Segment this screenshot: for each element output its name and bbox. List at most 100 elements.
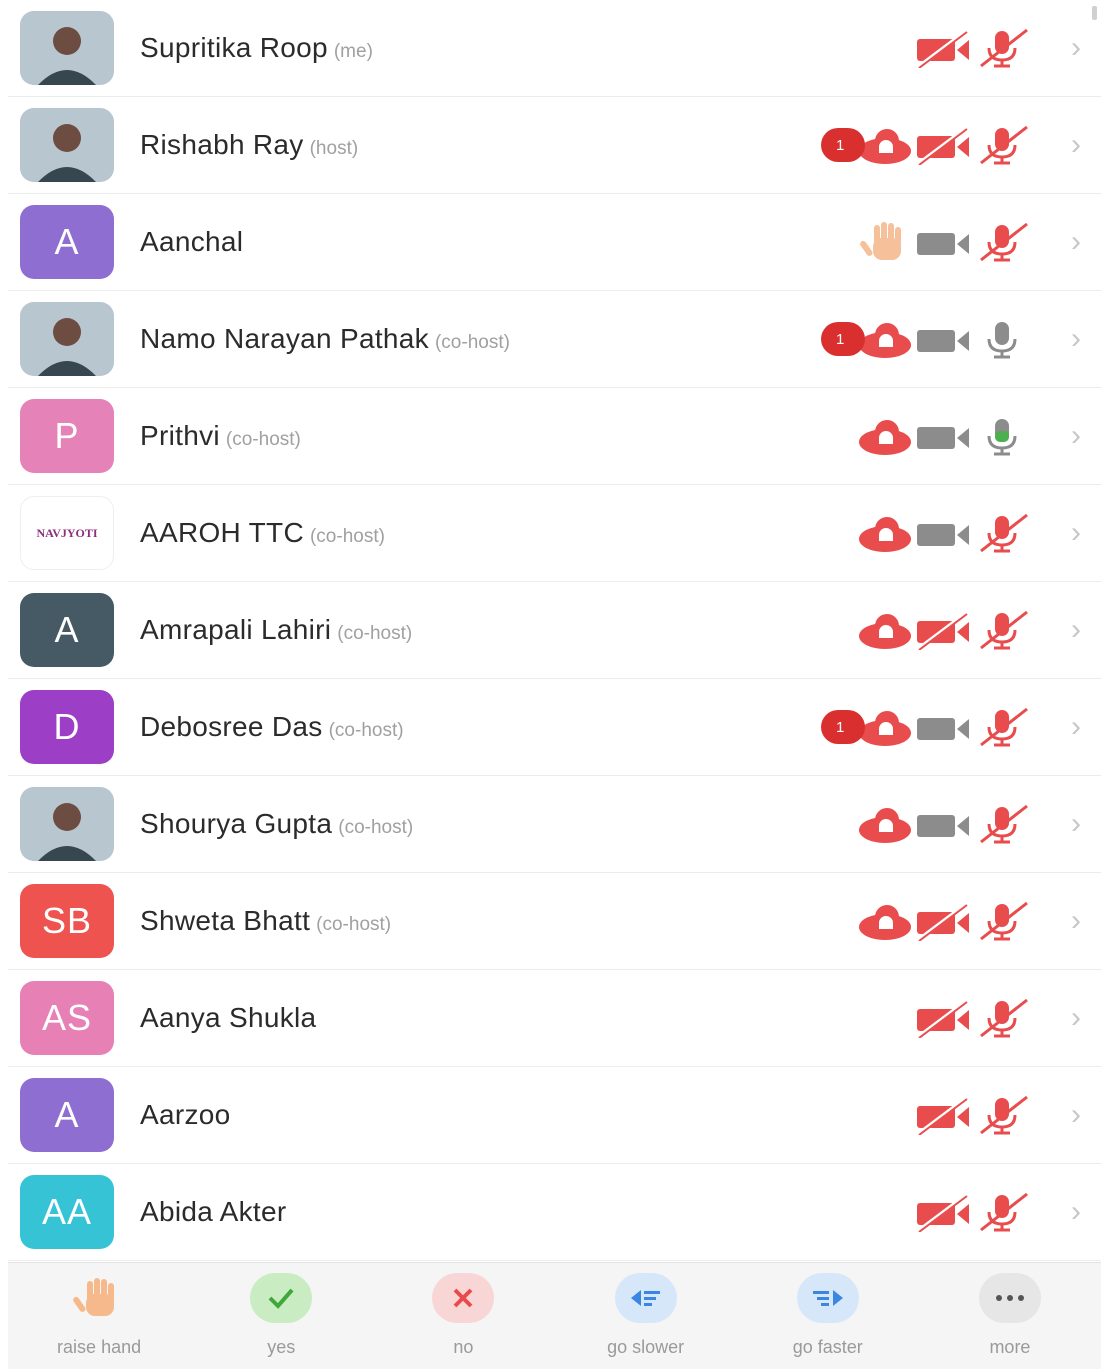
participant-row[interactable]: Supritika Roop (me) › (8, 0, 1101, 97)
avatar: D (20, 690, 114, 764)
participant-role: (co-host) (328, 720, 404, 741)
participant-name: Amrapali Lahiri (140, 614, 332, 645)
chevron-right-icon[interactable]: › (1071, 97, 1081, 193)
participant-status-icons (915, 1067, 1031, 1163)
avatar-initials: AA (41, 1191, 93, 1232)
camera-off-icon (915, 610, 973, 650)
participant-row[interactable]: SB Shweta Bhatt (co-host) › (8, 873, 1101, 970)
chevron-right-icon[interactable]: › (1071, 194, 1081, 290)
avatar-photo (20, 108, 114, 182)
mic-muted-icon (973, 1192, 1031, 1232)
avatar-logo-text: NAVJYOTI (36, 525, 98, 540)
chevron-right-icon[interactable]: › (1071, 0, 1081, 96)
hand-icon (68, 1273, 130, 1323)
participant-name: Aarzoo (140, 1099, 231, 1130)
fast-forward-icon (796, 1273, 859, 1323)
chevron-right-icon[interactable]: › (1071, 485, 1081, 581)
avatar: SB (20, 884, 114, 958)
participant-name: Aanchal (140, 226, 244, 257)
chevron-right-icon[interactable]: › (1071, 679, 1081, 775)
go-slower-label: go slower (607, 1337, 685, 1357)
raise-hand-button[interactable]: raise hand (8, 1263, 190, 1369)
avatar-photo (20, 302, 114, 376)
participant-role: (co-host) (316, 914, 392, 935)
participant-status-icons (857, 776, 1031, 872)
avatar-initials: SB (41, 900, 93, 941)
raised-hand-icon (857, 222, 915, 262)
camera-off-icon (915, 28, 973, 68)
participant-role: (co-host) (337, 623, 413, 644)
go-faster-label: go faster (792, 1337, 863, 1357)
cloud-icon (857, 416, 915, 456)
participant-name: Aanya Shukla (140, 1002, 317, 1033)
mic-muted-icon (973, 125, 1031, 165)
participants-screen: Supritika Roop (me) › Rishabh Ray (host) 1 › A A… (0, 0, 1101, 1369)
participant-name: Rishabh Ray (140, 129, 304, 160)
participant-name: Namo Narayan Pathak (140, 323, 429, 354)
participant-name: Prithvi (140, 420, 220, 451)
participant-row[interactable]: Rishabh Ray (host) 1 › (8, 97, 1101, 194)
mic-muted-icon (973, 610, 1031, 650)
participant-row[interactable]: NAVJYOTI AAROH TTC (co-host) › (8, 485, 1101, 582)
avatar: A (20, 1078, 114, 1152)
x-icon (432, 1273, 495, 1323)
cloud-icon (857, 513, 915, 553)
avatar-initials: A (54, 609, 80, 650)
no-button[interactable]: no (372, 1263, 554, 1369)
mic-muted-icon (973, 998, 1031, 1038)
participant-row[interactable]: A Aarzoo › (8, 1067, 1101, 1164)
check-icon (250, 1273, 313, 1323)
chat-count-badge: 1 (821, 710, 865, 744)
avatar-initials: P (54, 415, 80, 456)
more-icon (978, 1273, 1041, 1323)
camera-icon (915, 707, 973, 747)
cloud-icon (857, 125, 915, 165)
go-faster-button[interactable]: go faster (737, 1263, 919, 1369)
participant-row[interactable]: Namo Narayan Pathak (co-host) 1 › (8, 291, 1101, 388)
participant-row[interactable]: AA Abida Akter › (8, 1164, 1101, 1261)
camera-off-icon (915, 1192, 973, 1232)
participant-status-icons (857, 873, 1031, 969)
mic-muted-icon (973, 222, 1031, 262)
chevron-right-icon[interactable]: › (1071, 1067, 1081, 1163)
camera-icon (915, 222, 973, 262)
mic-icon (973, 319, 1031, 359)
participant-role: (co-host) (338, 817, 414, 838)
avatar-initials: D (53, 706, 81, 747)
camera-icon (915, 804, 973, 844)
participant-status-icons (857, 194, 1031, 290)
chevron-right-icon[interactable]: › (1071, 582, 1081, 678)
avatar-photo (20, 787, 114, 861)
cloud-icon (857, 804, 915, 844)
go-slower-button[interactable]: go slower (555, 1263, 737, 1369)
chevron-right-icon[interactable]: › (1071, 776, 1081, 872)
participant-status-icons: 1 (821, 291, 1031, 387)
participant-name: AAROH TTC (140, 517, 304, 548)
cloud-icon (857, 319, 915, 359)
participant-status-icons (857, 388, 1031, 484)
participant-row[interactable]: D Debosree Das (co-host) 1 › (8, 679, 1101, 776)
participant-role: (host) (309, 138, 359, 159)
participant-row[interactable]: A Aanchal › (8, 194, 1101, 291)
chevron-right-icon[interactable]: › (1071, 873, 1081, 969)
more-button[interactable]: more (919, 1263, 1101, 1369)
participant-status-icons (915, 1164, 1031, 1260)
participant-row[interactable]: P Prithvi (co-host) › (8, 388, 1101, 485)
participant-status-icons (857, 582, 1031, 678)
participant-status-icons (915, 970, 1031, 1066)
chevron-right-icon[interactable]: › (1071, 291, 1081, 387)
participant-name: Shourya Gupta (140, 808, 333, 839)
chevron-right-icon[interactable]: › (1071, 388, 1081, 484)
participant-list: Supritika Roop (me) › Rishabh Ray (host) 1 › A A… (0, 0, 1101, 1261)
participant-row[interactable]: AS Aanya Shukla › (8, 970, 1101, 1067)
rewind-icon (614, 1273, 677, 1323)
cloud-icon (857, 707, 915, 747)
mic-muted-icon (973, 1095, 1031, 1135)
participant-name: Debosree Das (140, 711, 323, 742)
chevron-right-icon[interactable]: › (1071, 970, 1081, 1066)
participant-row[interactable]: Shourya Gupta (co-host) › (8, 776, 1101, 873)
yes-button[interactable]: yes (190, 1263, 372, 1369)
chevron-right-icon[interactable]: › (1071, 1164, 1081, 1260)
participant-row[interactable]: A Amrapali Lahiri (co-host) › (8, 582, 1101, 679)
no-label: no (453, 1337, 474, 1357)
